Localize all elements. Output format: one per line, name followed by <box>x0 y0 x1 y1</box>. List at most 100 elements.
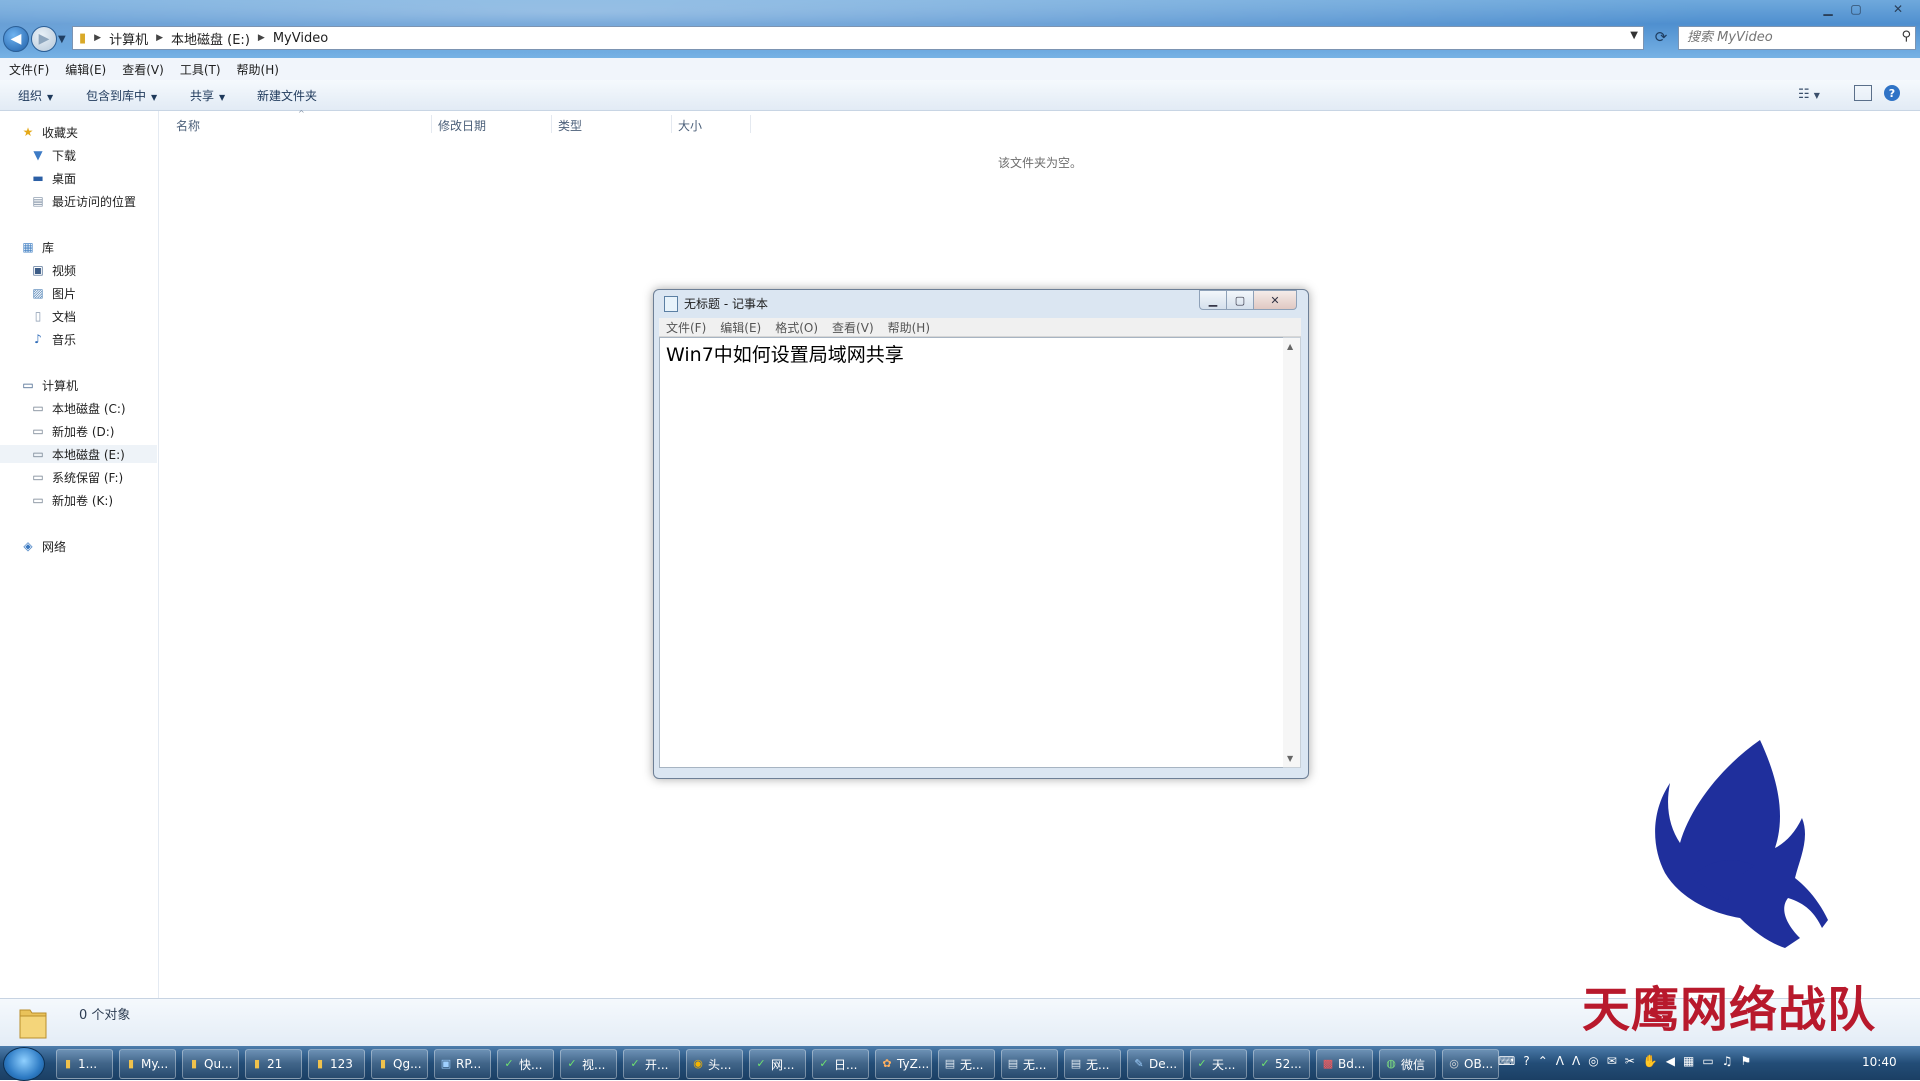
address-dropdown-icon[interactable]: ▼ <box>1630 30 1638 41</box>
column-modified-date[interactable]: 修改日期 <box>438 117 486 134</box>
include-library-button[interactable]: 包含到库中 ▼ <box>86 87 157 104</box>
nav-item-downloads[interactable]: ▼ 下载 <box>30 146 76 164</box>
taskbar-item[interactable]: ✓ 52... <box>1253 1049 1310 1079</box>
keyboard-icon[interactable]: ⌨ <box>1498 1054 1515 1068</box>
notepad-menu-view[interactable]: 查看(V) <box>825 319 881 336</box>
app-tray-icon[interactable]: Λ <box>1556 1054 1564 1068</box>
notepad-vertical-scrollbar[interactable]: ▲ ▼ <box>1283 337 1301 768</box>
nav-item-drive-d[interactable]: ▭ 新加卷 (D:) <box>30 422 114 440</box>
nav-item-recent[interactable]: ▤ 最近访问的位置 <box>30 192 136 210</box>
taskbar-item[interactable]: ◉ 头... <box>686 1049 743 1079</box>
nav-item-drive-f[interactable]: ▭ 系统保留 (F:) <box>30 468 123 486</box>
taskbar-item[interactable]: ◎ OB... <box>1442 1049 1499 1079</box>
nav-item-drive-e[interactable]: ▭ 本地磁盘 (E:) <box>0 445 157 463</box>
notepad-menu-help[interactable]: 帮助(H) <box>881 319 937 336</box>
new-folder-button[interactable]: 新建文件夹 <box>257 87 317 104</box>
clock[interactable]: 10:40 <box>1862 1055 1897 1069</box>
refresh-icon[interactable]: ⟳ <box>1648 26 1674 48</box>
breadcrumb-drive-e[interactable]: 本地磁盘 (E:) <box>167 29 254 48</box>
menu-view[interactable]: 查看(V) <box>113 61 171 78</box>
taskbar-item[interactable]: ✓ 天... <box>1190 1049 1247 1079</box>
menu-file[interactable]: 文件(F) <box>0 61 56 78</box>
close-icon[interactable]: ✕ <box>1253 290 1297 310</box>
taskbar-item[interactable]: ▤ 无... <box>1064 1049 1121 1079</box>
chrome-tray-icon[interactable]: ◎ <box>1588 1054 1598 1068</box>
search-box[interactable]: ⚲ <box>1678 26 1916 50</box>
taskbar-item[interactable]: ◍ 微信 <box>1379 1049 1436 1079</box>
help-icon[interactable]: ? <box>1884 85 1900 101</box>
start-button[interactable] <box>3 1047 45 1081</box>
taskbar-item[interactable]: ▮ My... <box>119 1049 176 1079</box>
minimize-icon[interactable]: ▁ <box>1199 290 1227 310</box>
preview-pane-icon[interactable] <box>1854 85 1872 101</box>
tray-expand-icon[interactable]: ⌃ <box>1538 1054 1548 1068</box>
history-dropdown-icon[interactable]: ▼ <box>58 34 66 45</box>
share-button[interactable]: 共享 ▼ <box>190 87 225 104</box>
nav-item-drive-c[interactable]: ▭ 本地磁盘 (C:) <box>30 399 125 417</box>
network-tray-icon[interactable]: ▭ <box>1702 1054 1713 1068</box>
taskbar-item[interactable]: ▣ RP... <box>434 1049 491 1079</box>
taskbar-item[interactable]: ▩ Bd... <box>1316 1049 1373 1079</box>
notepad-menu-file[interactable]: 文件(F) <box>659 319 713 336</box>
taskbar-item[interactable]: ▮ Qg... <box>371 1049 428 1079</box>
breadcrumb-computer[interactable]: 计算机 <box>105 29 152 48</box>
notepad-menu-edit[interactable]: 编辑(E) <box>713 319 768 336</box>
taskbar-item[interactable]: ✓ 日... <box>812 1049 869 1079</box>
nav-item-desktop[interactable]: ▬ 桌面 <box>30 169 76 187</box>
column-type[interactable]: 类型 <box>558 117 582 134</box>
taskbar-item[interactable]: ▮ Qu... <box>182 1049 239 1079</box>
forward-icon[interactable]: ▶ <box>31 26 57 52</box>
taskbar-item[interactable]: ✓ 网... <box>749 1049 806 1079</box>
nav-network[interactable]: ◈ 网络 <box>20 537 66 555</box>
nav-item-music[interactable]: ♪ 音乐 <box>30 330 76 348</box>
nav-favorites[interactable]: ★ 收藏夹 <box>20 123 78 141</box>
scroll-down-icon[interactable]: ▼ <box>1287 754 1293 763</box>
wechat-tray-icon[interactable]: ✉ <box>1607 1054 1617 1068</box>
nav-item-videos[interactable]: ▣ 视频 <box>30 261 76 279</box>
taskbar-item[interactable]: ✓ 快... <box>497 1049 554 1079</box>
close-icon[interactable]: ✕ <box>1880 0 1916 18</box>
column-size[interactable]: 大小 <box>678 117 702 134</box>
taskbar-item[interactable]: ▮ 1... <box>56 1049 113 1079</box>
address-bar[interactable]: ▮ ▶ 计算机 ▶ 本地磁盘 (E:) ▶ MyVideo ▼ <box>72 26 1644 50</box>
drive-e-icon: ▭ <box>32 447 44 461</box>
taskbar-item[interactable]: ▮ 123 <box>308 1049 365 1079</box>
speaker-left-icon[interactable]: ◀ <box>1666 1054 1675 1068</box>
nav-libraries[interactable]: ▦ 库 <box>20 238 54 256</box>
nav-item-documents[interactable]: ▯ 文档 <box>30 307 76 325</box>
menu-edit[interactable]: 编辑(E) <box>56 61 113 78</box>
taskbar-item[interactable]: ▤ 无... <box>1001 1049 1058 1079</box>
maximize-icon[interactable]: ▢ <box>1843 0 1869 18</box>
notepad-text-area[interactable]: Win7中如何设置局域网共享 <box>659 337 1285 768</box>
scroll-up-icon[interactable]: ▲ <box>1287 342 1293 351</box>
taskbar-item[interactable]: ✓ 视... <box>560 1049 617 1079</box>
help-tray-icon[interactable]: ? <box>1523 1054 1529 1068</box>
nav-item-drive-k[interactable]: ▭ 新加卷 (K:) <box>30 491 113 509</box>
taskbar-item[interactable]: ✎ De... <box>1127 1049 1184 1079</box>
app-tray-icon-2[interactable]: Λ <box>1572 1054 1580 1068</box>
search-input[interactable] <box>1679 27 1892 47</box>
back-icon[interactable]: ◀ <box>3 26 29 52</box>
notepad-window[interactable]: 无标题 - 记事本 ▁ ▢ ✕ 文件(F) 编辑(E) 格式(O) 查看(V) … <box>653 289 1309 779</box>
taskbar-item[interactable]: ▮ 21 <box>245 1049 302 1079</box>
breadcrumb-myvideo[interactable]: MyVideo <box>269 31 332 46</box>
maximize-icon[interactable]: ▢ <box>1226 290 1254 310</box>
tools-tray-icon[interactable]: ✂ <box>1625 1054 1635 1068</box>
nav-item-pictures[interactable]: ▨ 图片 <box>30 284 76 302</box>
taskbar-item[interactable]: ✓ 开... <box>623 1049 680 1079</box>
column-name[interactable]: 名称 <box>176 117 200 134</box>
volume-icon[interactable]: ♫ <box>1722 1054 1733 1068</box>
nav-computer[interactable]: ▭ 计算机 <box>20 376 78 394</box>
minimize-icon[interactable]: ▁ <box>1815 0 1841 18</box>
flag-icon[interactable]: ⚑ <box>1740 1054 1751 1068</box>
view-options-icon[interactable]: ☷ ▼ <box>1798 87 1820 102</box>
input-method-icon[interactable]: ▦ <box>1683 1054 1694 1068</box>
menu-help[interactable]: 帮助(H) <box>228 61 286 78</box>
menu-tools[interactable]: 工具(T) <box>171 61 228 78</box>
search-icon[interactable]: ⚲ <box>1901 29 1911 44</box>
taskbar-item[interactable]: ✿ TyZ... <box>875 1049 932 1079</box>
app-tray-icon-3[interactable]: ✋ <box>1643 1054 1658 1068</box>
organize-button[interactable]: 组织 ▼ <box>18 87 53 104</box>
notepad-menu-format[interactable]: 格式(O) <box>768 319 825 336</box>
taskbar-item[interactable]: ▤ 无... <box>938 1049 995 1079</box>
